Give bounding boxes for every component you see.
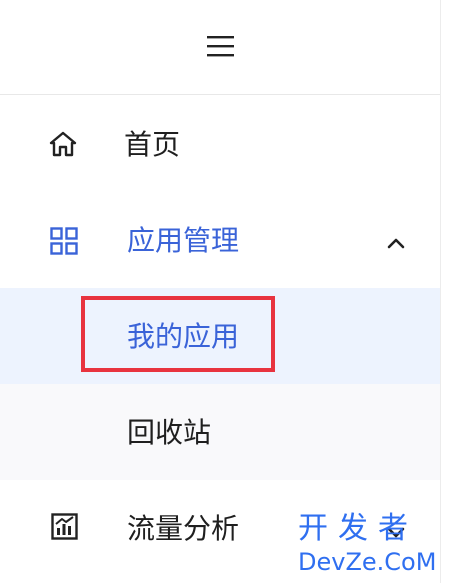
menu-item-home-label: 首页 (124, 128, 181, 161)
submenu-item-my-apps-label: 我的应用 (127, 320, 240, 353)
submenu-item-recycle-bin[interactable]: 回收站 (0, 384, 440, 480)
submenu-item-recycle-bin-label: 回收站 (127, 416, 212, 449)
chart-icon (51, 513, 78, 544)
chevron-down-icon[interactable] (387, 524, 405, 543)
submenu-item-my-apps[interactable]: 我的应用 (0, 288, 440, 384)
hamburger-menu-icon[interactable] (207, 35, 234, 57)
menu-item-home[interactable]: 首页 (0, 96, 440, 192)
menu-item-traffic-analysis[interactable]: 流量分析 (0, 480, 440, 583)
menu-item-app-management[interactable]: 应用管理 (0, 192, 440, 288)
content-area-edge (440, 0, 456, 583)
menu-header (0, 0, 440, 95)
chevron-up-icon[interactable] (387, 234, 405, 253)
home-icon (49, 131, 77, 161)
menu-item-app-management-label: 应用管理 (127, 224, 240, 257)
grid-apps-icon (50, 227, 78, 259)
sidebar-menu: 首页 应用管理 我的应用 回收站 流量分析 (0, 0, 440, 583)
menu-item-traffic-analysis-label: 流量分析 (127, 512, 240, 545)
